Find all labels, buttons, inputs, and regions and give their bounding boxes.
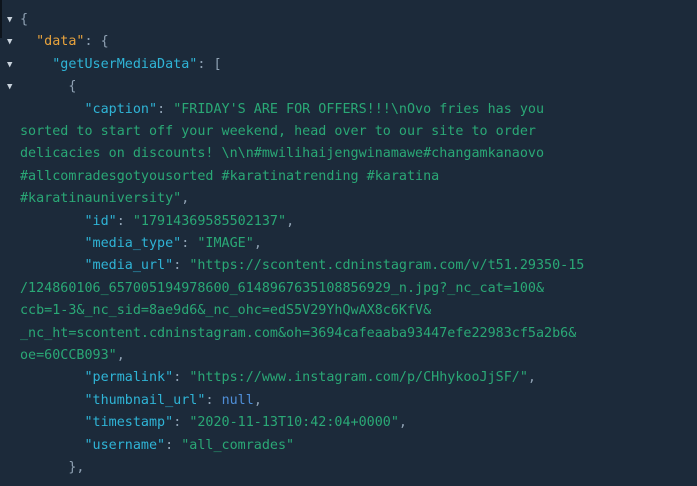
json-line-code: #karatinauniversity", (20, 188, 189, 210)
json-line-code: "media_url": "https://scontent.cdninstag… (20, 255, 585, 277)
json-punctuation: , (181, 191, 190, 207)
json-punctuation: { (20, 12, 29, 27)
collapse-arrow-icon[interactable]: ▼ (7, 31, 12, 53)
json-line-code: "getUserMediaData": [ (20, 54, 222, 76)
json-string-value: "https://scontent.cdninstagram.com/v/t51… (189, 258, 585, 274)
json-punctuation: , (253, 392, 262, 408)
json-punctuation: : (165, 437, 182, 453)
json-punctuation: : (173, 370, 190, 386)
json-punctuation: : (157, 101, 174, 117)
json-line-code: "thumbnail_url": null, (20, 390, 262, 412)
json-string-value: oe=60CCB093" (20, 348, 117, 363)
json-line-code: }, (20, 457, 85, 479)
json-string-value: #allcomradesgotyousorted #karatinatrendi… (20, 168, 440, 184)
json-punctuation: : (116, 213, 133, 229)
collapse-arrow-icon[interactable]: ▼ (7, 54, 12, 76)
json-key: "username" (84, 437, 166, 453)
json-punctuation: : [ (197, 56, 222, 72)
json-key: "getUserMediaData" (52, 56, 198, 72)
json-string-value: "IMAGE" (197, 236, 254, 251)
json-line-code: sorted to start off your weekend, head o… (20, 121, 536, 143)
json-string-value: "17914369585502137" (132, 213, 287, 229)
json-string-value: /124860106_657005194978600_6148967635108… (20, 280, 545, 296)
json-string-value: ccb=1-3&_nc_sid=8ae9d6&_nc_ohc=edS5V29Yh… (20, 303, 432, 319)
json-punctuation: , (527, 370, 536, 386)
json-punctuation: , (116, 348, 125, 363)
json-punctuation: , (398, 415, 407, 431)
window-edge-shadow (0, 0, 2, 38)
json-line-code: "id": "17914369585502137", (20, 211, 295, 233)
json-line-code: #allcomradesgotyousorted #karatinatrendi… (20, 166, 439, 188)
json-string-value: "FRIDAY'S ARE FOR OFFERS!!!\nOvo fries h… (173, 101, 545, 117)
json-string-value: sorted to start off your weekend, head o… (20, 124, 536, 139)
json-punctuation: : { (84, 34, 109, 50)
json-line-code: ccb=1-3&_nc_sid=8ae9d6&_nc_ohc=edS5V29Yh… (20, 300, 431, 322)
json-punctuation: : (181, 236, 198, 251)
json-string-value: #karatinauniversity" (20, 191, 182, 207)
json-punctuation: : (205, 392, 222, 408)
json-string-value: "2020-11-13T10:42:04+0000" (189, 415, 399, 431)
json-line-code: "username": "all_comrades" (20, 435, 295, 457)
json-punctuation: }, (68, 460, 85, 475)
json-null-value: null (221, 392, 254, 408)
json-punctuation: , (253, 236, 262, 251)
json-line-code: delicacies on discounts! \n\n#mwilihaije… (20, 143, 544, 165)
json-punctuation: { (68, 79, 77, 95)
json-key: "media_url" (84, 258, 174, 274)
json-key: "data" (36, 34, 85, 50)
json-line-code: { (20, 9, 28, 31)
json-line-code: "data": { (20, 31, 109, 53)
json-key: "thumbnail_url" (84, 392, 206, 408)
json-key: "timestamp" (84, 415, 174, 431)
json-key: "permalink" (84, 370, 174, 386)
json-key: "id" (84, 213, 117, 229)
json-line-code: "timestamp": "2020-11-13T10:42:04+0000", (20, 412, 407, 434)
json-string-value: "https://www.instagram.com/p/CHhykooJjSF… (189, 370, 528, 386)
json-punctuation: : (173, 415, 190, 431)
json-punctuation: : (173, 258, 190, 274)
json-line-code: "media_type": "IMAGE", (20, 233, 262, 255)
json-string-value: "all_comrades" (181, 437, 295, 453)
json-viewer: ▼{▼ "data": {▼ "getUserMediaData": [▼ { … (0, 0, 697, 486)
json-punctuation: , (286, 213, 295, 229)
collapse-arrow-icon[interactable]: ▼ (7, 9, 12, 31)
json-line-code: "caption": "FRIDAY'S ARE FOR OFFERS!!!\n… (20, 99, 545, 121)
json-line-code: { (20, 76, 76, 98)
json-string-value: delicacies on discounts! \n\n#mwilihaije… (20, 146, 545, 162)
json-line-code: _nc_ht=scontent.cdninstagram.com&oh=3694… (20, 323, 576, 345)
collapse-arrow-icon[interactable]: ▼ (7, 76, 12, 98)
json-string-value: _nc_ht=scontent.cdninstagram.com&oh=3694… (20, 325, 577, 341)
json-key: "media_type" (84, 236, 182, 251)
json-key: "caption" (84, 101, 158, 117)
json-line-code: oe=60CCB093", (20, 345, 125, 367)
json-line-code: /124860106_657005194978600_6148967635108… (20, 278, 544, 300)
json-line-code: "permalink": "https://www.instagram.com/… (20, 367, 536, 389)
